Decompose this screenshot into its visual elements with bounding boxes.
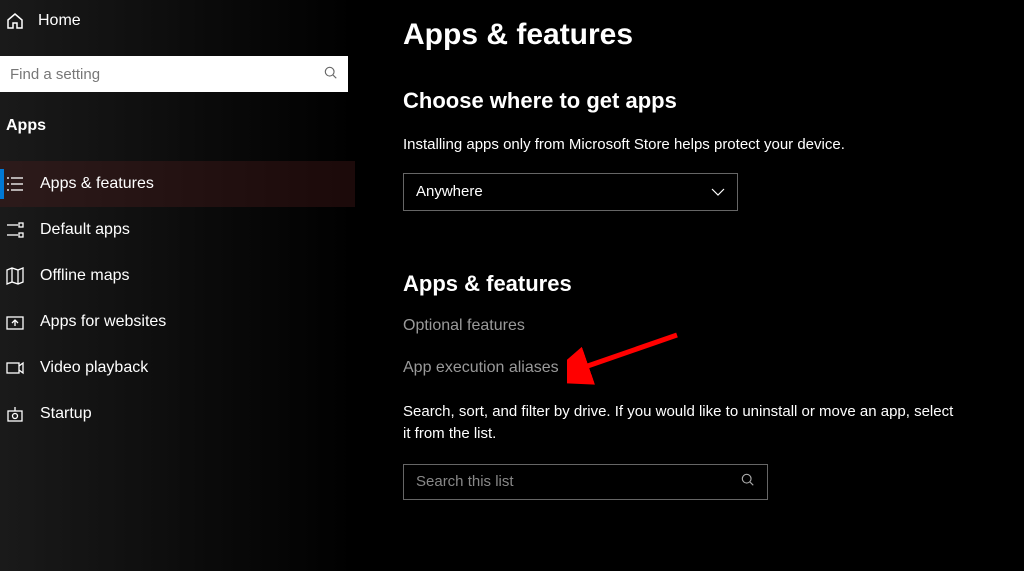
sidebar-item-label: Apps & features	[40, 175, 154, 193]
page-title: Apps & features	[403, 18, 996, 52]
chevron-down-icon	[711, 183, 725, 201]
search-icon	[324, 66, 338, 83]
optional-features-link[interactable]: Optional features	[403, 317, 996, 335]
choose-apps-description: Installing apps only from Microsoft Stor…	[403, 134, 963, 157]
app-execution-aliases-link[interactable]: App execution aliases	[403, 359, 996, 377]
sidebar-item-default-apps[interactable]: Default apps	[0, 207, 355, 253]
sidebar-home[interactable]: Home	[0, 4, 355, 38]
home-label: Home	[38, 12, 81, 30]
sidebar-category: Apps	[0, 117, 355, 135]
choose-apps-heading: Choose where to get apps	[403, 88, 996, 114]
sidebar-item-label: Offline maps	[40, 267, 130, 285]
settings-search[interactable]	[0, 56, 348, 92]
search-input[interactable]	[10, 66, 324, 83]
search-icon	[741, 473, 755, 490]
sidebar-item-apps-features[interactable]: Apps & features	[0, 161, 355, 207]
apps-features-heading: Apps & features	[403, 271, 996, 297]
list-icon	[6, 175, 24, 193]
sidebar-item-startup[interactable]: Startup	[0, 391, 355, 437]
map-icon	[6, 267, 24, 285]
main-content: Apps & features Choose where to get apps…	[355, 0, 1024, 571]
sidebar-item-label: Startup	[40, 405, 92, 423]
settings-sidebar: Home Apps Apps & features De	[0, 0, 355, 571]
defaults-icon	[6, 221, 24, 239]
dropdown-value: Anywhere	[416, 183, 483, 200]
sidebar-item-offline-maps[interactable]: Offline maps	[0, 253, 355, 299]
list-search-input[interactable]	[416, 473, 741, 490]
sidebar-item-label: Video playback	[40, 359, 148, 377]
app-list-search[interactable]	[403, 464, 768, 500]
sidebar-item-video-playback[interactable]: Video playback	[0, 345, 355, 391]
sidebar-item-label: Apps for websites	[40, 313, 166, 331]
app-source-dropdown[interactable]: Anywhere	[403, 173, 738, 211]
sidebar-item-apps-websites[interactable]: Apps for websites	[0, 299, 355, 345]
sidebar-item-label: Default apps	[40, 221, 130, 239]
filter-description: Search, sort, and filter by drive. If yo…	[403, 401, 963, 446]
video-icon	[6, 359, 24, 377]
open-external-icon	[6, 313, 24, 331]
home-icon	[6, 12, 24, 30]
startup-icon	[6, 405, 24, 423]
